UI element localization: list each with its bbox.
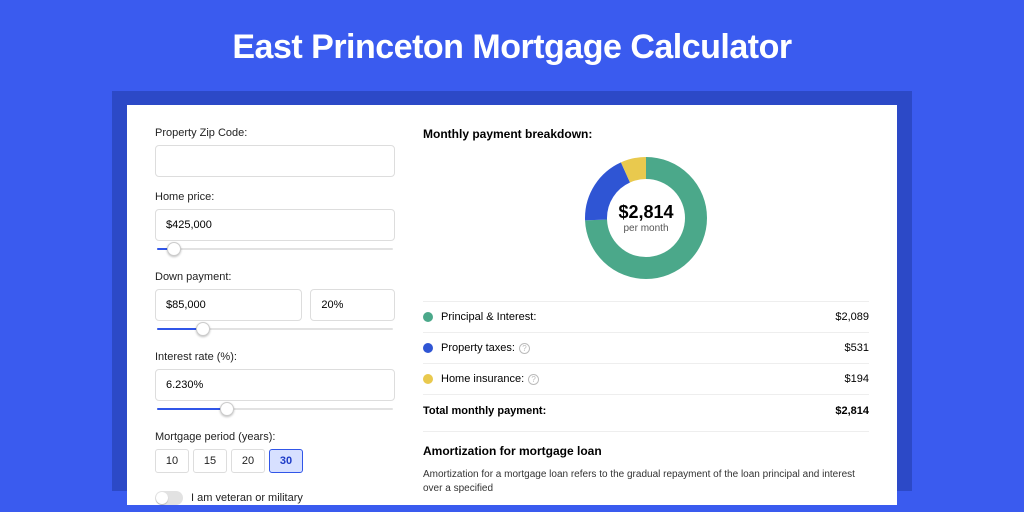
period-option-20[interactable]: 20 <box>231 449 265 473</box>
down-slider[interactable] <box>155 325 395 337</box>
donut-container: $2,814 per month <box>423 153 869 283</box>
row-principal-value: $2,089 <box>835 311 869 323</box>
period-field: Mortgage period (years): 10 15 20 30 <box>155 431 395 473</box>
price-label: Home price: <box>155 191 395 203</box>
period-option-15[interactable]: 15 <box>193 449 227 473</box>
page-banner: East Princeton Mortgage Calculator <box>0 0 1024 91</box>
zip-label: Property Zip Code: <box>155 127 395 139</box>
rate-field: Interest rate (%): <box>155 351 395 417</box>
calculator-card: Property Zip Code: Home price: Down paym… <box>127 105 897 505</box>
row-principal-label: Principal & Interest: <box>441 311 536 323</box>
rate-label: Interest rate (%): <box>155 351 395 363</box>
breakdown-column: Monthly payment breakdown: $2,814 per mo… <box>423 127 869 505</box>
row-total: Total monthly payment: $2,814 <box>423 394 869 427</box>
veteran-toggle[interactable] <box>155 491 183 505</box>
row-total-label: Total monthly payment: <box>423 405 546 417</box>
row-taxes-value: $531 <box>845 342 869 354</box>
period-options: 10 15 20 30 <box>155 449 395 473</box>
swatch-yellow-icon <box>423 374 433 384</box>
down-slider-thumb[interactable] <box>196 322 210 336</box>
row-taxes: Property taxes: ? $531 <box>423 332 869 363</box>
veteran-label: I am veteran or military <box>191 492 303 504</box>
rate-input[interactable] <box>155 369 395 401</box>
row-insurance-value: $194 <box>845 373 869 385</box>
page-title: East Princeton Mortgage Calculator <box>0 28 1024 67</box>
row-insurance-label: Home insurance: <box>441 373 524 385</box>
row-insurance: Home insurance: ? $194 <box>423 363 869 394</box>
row-taxes-label: Property taxes: <box>441 342 515 354</box>
price-slider[interactable] <box>155 245 395 257</box>
zip-input[interactable] <box>155 145 395 177</box>
amortization-section: Amortization for mortgage loan Amortizat… <box>423 431 869 496</box>
card-shadow: Property Zip Code: Home price: Down paym… <box>112 91 912 491</box>
amortization-text: Amortization for a mortgage loan refers … <box>423 468 869 496</box>
swatch-blue-icon <box>423 343 433 353</box>
price-input[interactable] <box>155 209 395 241</box>
rate-slider-thumb[interactable] <box>220 402 234 416</box>
period-option-30[interactable]: 30 <box>269 449 303 473</box>
info-icon[interactable]: ? <box>519 343 530 354</box>
row-principal: Principal & Interest: $2,089 <box>423 301 869 332</box>
veteran-row: I am veteran or military <box>155 491 395 505</box>
down-label: Down payment: <box>155 271 395 283</box>
price-slider-thumb[interactable] <box>167 242 181 256</box>
rate-slider[interactable] <box>155 405 395 417</box>
row-total-value: $2,814 <box>835 405 869 417</box>
down-field: Down payment: <box>155 271 395 337</box>
donut-amount: $2,814 <box>618 202 673 223</box>
down-percent-input[interactable] <box>310 289 395 321</box>
period-label: Mortgage period (years): <box>155 431 395 443</box>
form-column: Property Zip Code: Home price: Down paym… <box>155 127 395 505</box>
donut-center: $2,814 per month <box>581 153 711 283</box>
amortization-title: Amortization for mortgage loan <box>423 444 869 458</box>
info-icon[interactable]: ? <box>528 374 539 385</box>
zip-field: Property Zip Code: <box>155 127 395 177</box>
donut-sub: per month <box>623 223 668 234</box>
period-option-10[interactable]: 10 <box>155 449 189 473</box>
swatch-green-icon <box>423 312 433 322</box>
breakdown-title: Monthly payment breakdown: <box>423 127 869 141</box>
down-amount-input[interactable] <box>155 289 302 321</box>
price-field: Home price: <box>155 191 395 257</box>
